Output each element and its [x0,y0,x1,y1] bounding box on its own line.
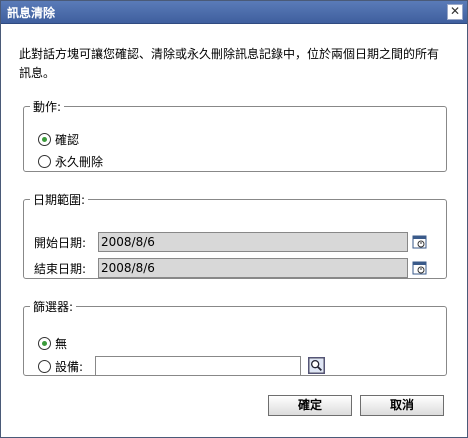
radio-confirm-label: 確認 [55,133,80,147]
title-bar: 訊息清除 ✕ [1,1,467,24]
start-date-label: 開始日期: [34,236,87,250]
radio-device-label: 設備: [55,360,84,374]
radio-permanent-delete[interactable] [38,155,51,168]
radio-none-row[interactable]: 無 [38,335,69,352]
dialog-description: 此對話方塊可讓您確認、清除或永久刪除訊息記錄中，位於兩個日期之間的所有訊息。 [19,47,440,80]
radio-device[interactable] [38,360,51,373]
close-icon[interactable]: ✕ [447,4,463,20]
radio-none-label: 無 [55,337,68,351]
end-date-field[interactable]: 2008/8/6 [98,258,408,278]
search-icon[interactable] [308,357,325,374]
radio-none[interactable] [38,337,51,350]
radio-confirm-row[interactable]: 確認 [38,131,81,148]
start-calendar-icon[interactable] [412,234,428,250]
radio-device-row[interactable]: 設備: [38,358,85,375]
date-range-group: 日期範圍: 開始日期: 2008/8/6 結束日期: 2008/8/6 [23,191,447,279]
device-input[interactable] [95,356,301,376]
cancel-button[interactable]: 取消 [360,395,444,416]
action-group: 動作: 確認 永久刪除 [23,98,447,172]
ok-button[interactable]: 確定 [268,395,352,416]
date-range-legend: 日期範圍: [33,193,86,207]
dialog-title: 訊息清除 [7,6,56,20]
action-legend: 動作: [33,100,62,114]
end-date-label: 結束日期: [34,262,87,276]
end-calendar-icon[interactable] [412,260,428,276]
radio-confirm[interactable] [38,133,51,146]
filter-legend: 篩選器: [33,300,74,314]
start-date-field[interactable]: 2008/8/6 [98,232,408,252]
radio-delete-row[interactable]: 永久刪除 [38,153,105,170]
radio-delete-label: 永久刪除 [55,155,104,169]
purge-messages-dialog: 訊息清除 ✕ 此對話方塊可讓您確認、清除或永久刪除訊息記錄中，位於兩個日期之間的… [0,0,468,438]
filter-group: 篩選器: 無 設備: [23,298,447,376]
